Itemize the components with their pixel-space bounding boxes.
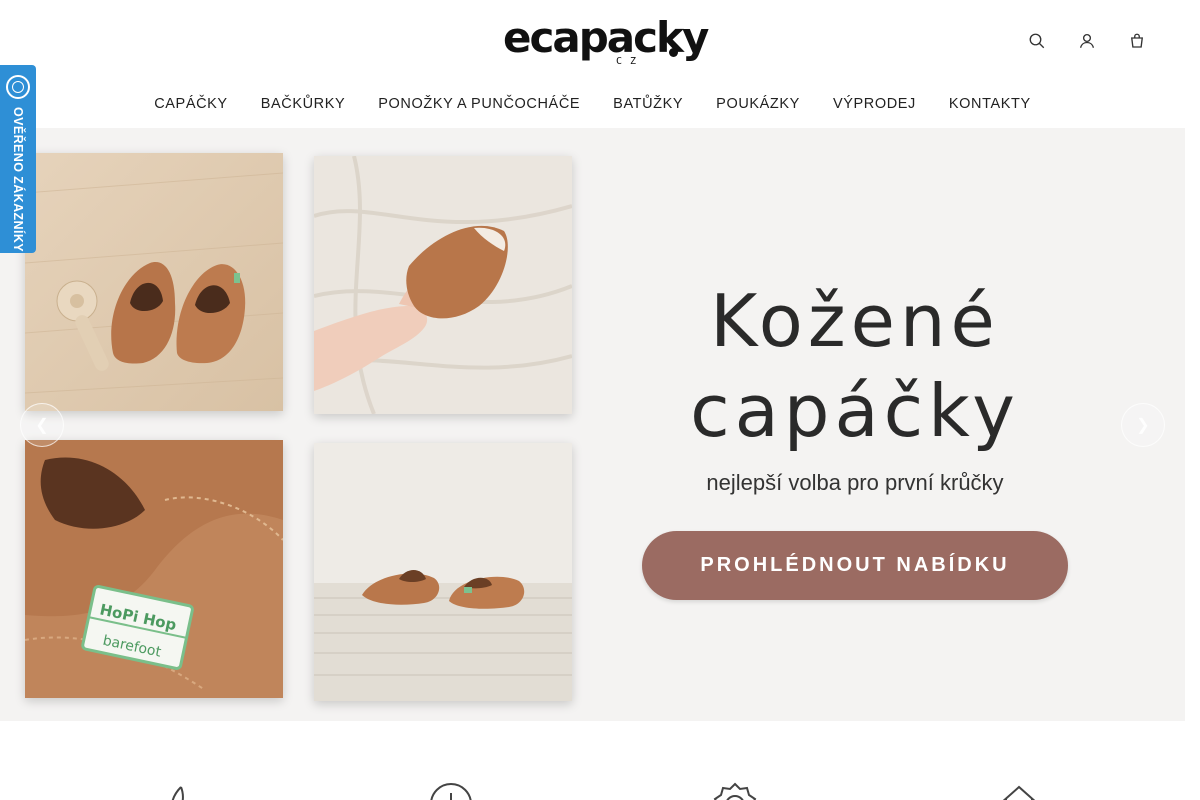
feather-icon: [151, 781, 197, 800]
slider-prev-button[interactable]: ❮: [20, 403, 64, 447]
hero-title-line2: capáčky: [690, 369, 1020, 453]
nav-item-ponozky[interactable]: PONOŽKY A PUNČOCHÁČE: [362, 96, 597, 112]
hero-title: Kožené capáčky: [650, 276, 1060, 456]
nav-item-vyprodej[interactable]: VÝPRODEJ: [816, 96, 932, 112]
chevron-left-icon: ❮: [35, 417, 49, 434]
nav-item-backurky[interactable]: BAČKŮRKY: [244, 96, 362, 112]
user-icon[interactable]: [1077, 30, 1097, 52]
page: ecapacky CZ CAPÁČKY BAČKŮRKY PONOŽKY A P…: [0, 0, 1200, 800]
header-icons: [1027, 30, 1147, 52]
verified-customers-badge[interactable]: OVĚŘENO ZÁKAZNÍKY: [0, 65, 36, 253]
hero-photo-label-closeup: HoPi Hop barefoot: [25, 440, 283, 698]
view-offer-button[interactable]: PROHLÉDNOUT NABÍDKU: [642, 531, 1068, 600]
nav-item-poukazky[interactable]: POUKÁZKY: [700, 96, 817, 112]
logo-dot: [669, 48, 678, 57]
slider-next-button[interactable]: ❯: [1121, 403, 1165, 447]
quality-badge-icon: [712, 781, 758, 800]
cart-icon[interactable]: [1127, 30, 1147, 52]
main-navigation: CAPÁČKY BAČKŮRKY PONOŽKY A PUNČOCHÁČE BA…: [0, 96, 1185, 112]
logo[interactable]: ecapacky CZ: [503, 16, 709, 68]
download-icon: [428, 781, 474, 800]
nav-item-kontakty[interactable]: KONTAKTY: [932, 96, 1047, 112]
site-header: ecapacky CZ CAPÁČKY BAČKŮRKY PONOŽKY A P…: [0, 0, 1185, 128]
verified-customers-label: OVĚŘENO ZÁKAZNÍKY: [11, 107, 25, 253]
nav-item-capacky[interactable]: CAPÁČKY: [138, 96, 245, 112]
nav-item-batuzky[interactable]: BATŮŽKY: [597, 96, 700, 112]
home-icon: [996, 781, 1042, 800]
chevron-right-icon: ❯: [1136, 417, 1150, 434]
hero-subtitle: nejlepší volba pro první krůčky: [706, 470, 1004, 495]
hero-photo-shoes-carpet: [314, 443, 572, 701]
search-icon[interactable]: [1027, 30, 1047, 52]
seal-icon: [6, 75, 30, 99]
hero-title-line1: Kožené: [710, 279, 1000, 363]
logo-subtext: CZ: [616, 56, 645, 67]
features-strip: [0, 721, 1185, 800]
hero-photo-shoes-rattle: [25, 153, 283, 411]
hero-photo-hand-shoe: [314, 156, 572, 414]
hero-banner: HoPi Hop barefoot Kožené capáčky nejlepš…: [0, 128, 1185, 721]
